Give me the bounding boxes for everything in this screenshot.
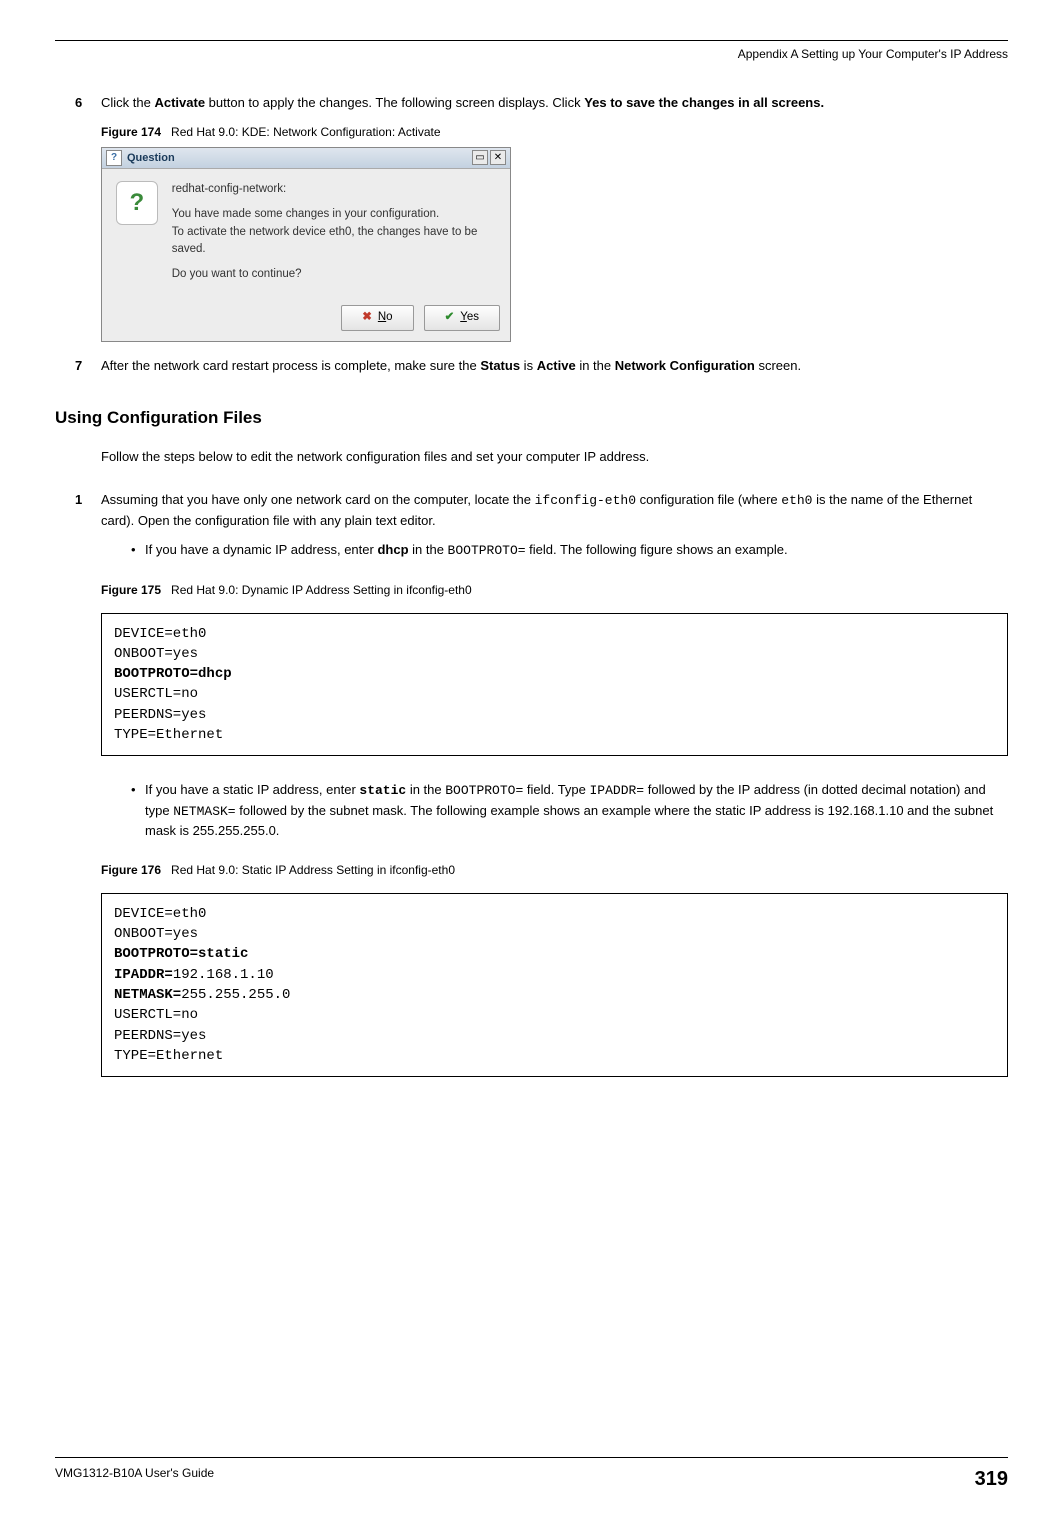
code-static-l4v: 192.168.1.10: [173, 967, 274, 983]
bullet-static-static: static: [359, 783, 406, 798]
step-7-mid: is: [520, 358, 537, 373]
page-number: 319: [975, 1464, 1008, 1494]
no-button[interactable]: ✖No: [341, 305, 413, 330]
footer-rule: [55, 1457, 1008, 1458]
help-icon: ?: [106, 150, 122, 166]
bullet-static-field: BOOTPROTO=: [445, 783, 523, 798]
step-6-yes: Yes to save the changes in all screens.: [584, 95, 824, 110]
code-static-l3b: BOOTPROTO=: [114, 946, 198, 962]
figure-176-text: Red Hat 9.0: Static IP Address Setting i…: [171, 863, 455, 877]
header-rule: [55, 40, 1008, 41]
code-dhcp-l2: ONBOOT=yes: [114, 646, 198, 662]
header-appendix: Appendix A Setting up Your Computer's IP…: [55, 45, 1008, 63]
close-button[interactable]: ✕: [490, 150, 506, 165]
question-mark-icon: ?: [116, 181, 158, 225]
code-static-l8: TYPE=Ethernet: [114, 1048, 223, 1064]
code-static-l2: ONBOOT=yes: [114, 926, 198, 942]
step-1-mid: configuration file (where: [636, 492, 781, 507]
bullet-dhcp-dhcp: dhcp: [377, 542, 408, 557]
section-heading: Using Configuration Files: [55, 405, 1008, 431]
figure-175-caption: Figure 175 Red Hat 9.0: Dynamic IP Addre…: [101, 581, 1008, 599]
bullet-static-post: followed by the subnet mask. The followi…: [145, 803, 993, 839]
code-static-l4b: IPADDR=: [114, 967, 173, 983]
code-dhcp-l4: USERCTL=no: [114, 686, 198, 702]
bullet-static-netmask: NETMASK=: [173, 804, 235, 819]
footer-guide: VMG1312-B10A User's Guide: [55, 1464, 214, 1494]
figure-176-caption: Figure 176 Red Hat 9.0: Static IP Addres…: [101, 861, 1008, 879]
code-dhcp-l6: TYPE=Ethernet: [114, 727, 223, 743]
figure-175-label: Figure 175: [101, 583, 161, 597]
bullet-dhcp-body: If you have a dynamic IP address, enter …: [145, 540, 788, 561]
bullet-dhcp-post: field. The following figure shows an exa…: [526, 542, 788, 557]
step-7-status: Status: [480, 358, 520, 373]
bullet-dot-icon: •: [131, 780, 145, 841]
bullet-static: • If you have a static IP address, enter…: [131, 780, 1008, 841]
code-dhcp-l1: DEVICE=eth0: [114, 626, 206, 642]
step-6-pre: Click the: [101, 95, 154, 110]
figure-174-caption: Figure 174 Red Hat 9.0: KDE: Network Con…: [101, 123, 1008, 141]
cancel-icon: ✖: [362, 309, 372, 326]
bullet-static-wrap: • If you have a static IP address, enter…: [75, 770, 1008, 851]
minimize-button[interactable]: ▭: [472, 150, 488, 165]
bullet-static-ipaddr: IPADDR=: [590, 783, 645, 798]
bullet-dhcp-mid: in the: [409, 542, 448, 557]
bullet-static-body: If you have a static IP address, enter s…: [145, 780, 1008, 841]
step-7-pre: After the network card restart process i…: [101, 358, 480, 373]
bullet-static-pre: If you have a static IP address, enter: [145, 782, 359, 797]
dialog-line4: Do you want to continue?: [172, 266, 496, 283]
figure-174-text: Red Hat 9.0: KDE: Network Configuration:…: [171, 125, 440, 139]
figure-175-text: Red Hat 9.0: Dynamic IP Address Setting …: [171, 583, 472, 597]
code-static-l3v: static: [198, 946, 248, 962]
yes-button[interactable]: ✔Yes: [424, 305, 500, 330]
code-dhcp-l5: PEERDNS=yes: [114, 707, 206, 723]
dialog-body: ? redhat-config-network: You have made s…: [102, 169, 510, 299]
yes-label-rest: es: [467, 311, 479, 323]
step-1-body: Assuming that you have only one network …: [101, 490, 1008, 571]
bullet-dhcp: • If you have a dynamic IP address, ente…: [131, 540, 1008, 561]
step-1-code1: ifconfig-eth0: [535, 493, 636, 508]
dialog-buttons: ✖No ✔Yes: [102, 299, 510, 340]
question-dialog: ? Question ▭ ✕ ? redhat-config-network: …: [101, 147, 511, 342]
step-6-number: 6: [75, 93, 101, 113]
dialog-line2: You have made some changes in your confi…: [172, 206, 496, 258]
step-1: 1 Assuming that you have only one networ…: [75, 490, 1008, 571]
code-dhcp-l3: BOOTPROTO=dhcp: [114, 666, 232, 682]
page-footer: VMG1312-B10A User's Guide 319: [55, 1457, 1008, 1494]
section-intro: Follow the steps below to edit the netwo…: [101, 447, 1008, 467]
step-6: 6 Click the Activate button to apply the…: [75, 93, 1008, 113]
step-6-body: Click the Activate button to apply the c…: [101, 93, 1008, 113]
step-6-mid: button to apply the changes. The followi…: [205, 95, 584, 110]
code-dhcp: DEVICE=eth0 ONBOOT=yes BOOTPROTO=dhcp US…: [101, 613, 1008, 757]
bullet-static-mid2: field. Type: [523, 782, 589, 797]
code-static-l7: PEERDNS=yes: [114, 1028, 206, 1044]
check-icon: ✔: [445, 309, 455, 326]
code-static-l5v: 255.255.255.0: [181, 987, 290, 1003]
figure-176-label: Figure 176: [101, 863, 161, 877]
dialog-titlebar: ? Question ▭ ✕: [102, 148, 510, 170]
code-static-l1: DEVICE=eth0: [114, 906, 206, 922]
step-6-activate: Activate: [154, 95, 205, 110]
figure-174-label: Figure 174: [101, 125, 161, 139]
step-1-code2: eth0: [781, 493, 812, 508]
bullet-dhcp-pre: If you have a dynamic IP address, enter: [145, 542, 377, 557]
bullet-dot-icon: •: [131, 540, 145, 561]
dialog-title: Question: [127, 150, 470, 167]
bullet-dhcp-field: BOOTPROTO=: [448, 543, 526, 558]
code-static-l6: USERCTL=no: [114, 1007, 198, 1023]
step-7-post: screen.: [755, 358, 801, 373]
step-7-netcfg: Network Configuration: [615, 358, 755, 373]
step-1-number: 1: [75, 490, 101, 571]
dialog-line1: redhat-config-network:: [172, 181, 496, 198]
step-1-pre: Assuming that you have only one network …: [101, 492, 535, 507]
no-label-rest: o: [386, 311, 392, 323]
step-7-body: After the network card restart process i…: [101, 356, 1008, 376]
code-static: DEVICE=eth0 ONBOOT=yes BOOTPROTO=static …: [101, 893, 1008, 1077]
code-static-l5b: NETMASK=: [114, 987, 181, 1003]
step-7: 7 After the network card restart process…: [75, 356, 1008, 376]
bullet-static-mid: in the: [406, 782, 445, 797]
step-7-number: 7: [75, 356, 101, 376]
dialog-text: redhat-config-network: You have made som…: [172, 181, 496, 291]
step-7-active: Active: [537, 358, 576, 373]
step-7-mid2: in the: [576, 358, 615, 373]
